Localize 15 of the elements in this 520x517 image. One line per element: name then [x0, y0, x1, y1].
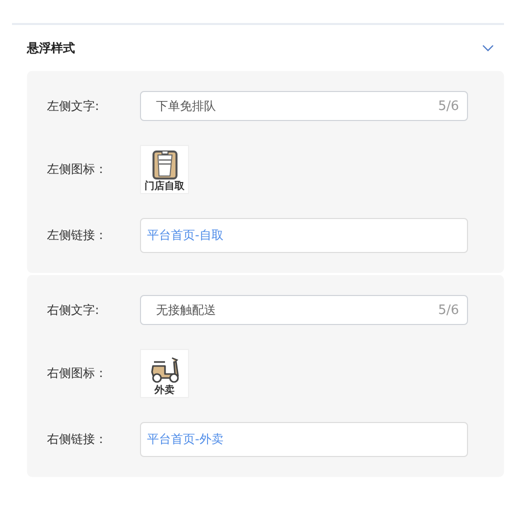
text-input[interactable]: 无接触配送 5/6: [140, 295, 468, 325]
icon-preview[interactable]: 门店自取: [140, 145, 189, 194]
field-label: 右侧文字:: [46, 302, 100, 318]
char-counter: 5/6: [438, 302, 459, 318]
icon-caption: 门店自取: [144, 180, 184, 193]
field-label: 左侧链接：: [46, 227, 108, 244]
char-counter: 5/6: [438, 98, 459, 114]
section-title: 悬浮样式: [27, 40, 75, 56]
field-label: 左侧文字:: [46, 98, 100, 114]
field-label: 右侧链接：: [46, 431, 108, 448]
field-label: 左侧图标：: [46, 161, 108, 178]
field-label: 右侧图标：: [46, 365, 108, 382]
icon-caption: 外卖: [154, 384, 174, 397]
icon-preview[interactable]: 外卖: [140, 349, 189, 398]
text-input[interactable]: 下单免排队 5/6: [140, 91, 468, 121]
